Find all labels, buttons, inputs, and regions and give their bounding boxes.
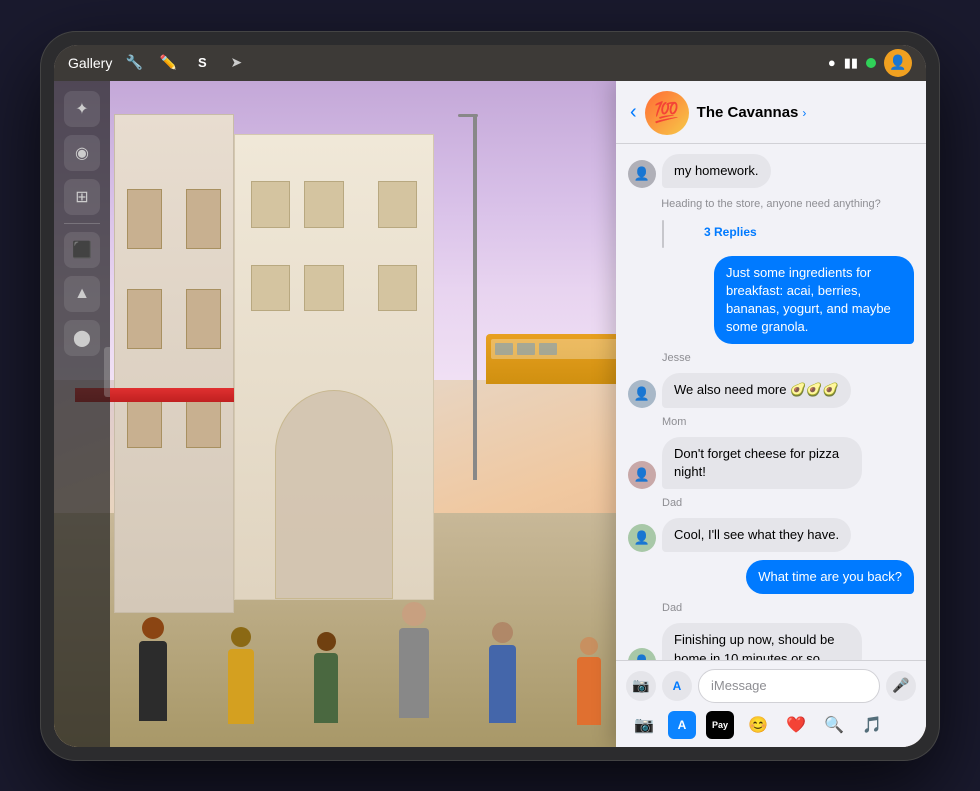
message-text: Don't forget cheese for pizza night! [674, 446, 839, 479]
message-row: 👤 We also need more 🥑🥑🥑 [628, 373, 914, 407]
msg-avatar: 👤 [628, 648, 656, 660]
system-message: Heading to the store, anyone need anythi… [628, 196, 914, 212]
msg-avatar: 👤 [628, 160, 656, 188]
group-avatar: 💯 [645, 91, 689, 135]
person-figure-2 [228, 627, 254, 747]
tram-vehicle [486, 334, 626, 384]
message-bubble: We also need more 🥑🥑🥑 [662, 373, 851, 407]
system-message-text: Heading to the store, anyone need anythi… [661, 198, 881, 210]
message-text: my homework. [674, 163, 759, 178]
toolbar-left: Gallery 🔧 ✏️ S ➤ [68, 51, 248, 75]
person-figure-4 [399, 602, 429, 747]
message-row: 👤 Don't forget cheese for pizza night! [628, 437, 914, 489]
sender-name: Dad [662, 497, 914, 509]
gallery-label[interactable]: Gallery [68, 55, 112, 71]
pencil-icon[interactable]: ✏️ [156, 51, 180, 75]
group-chevron: › [802, 106, 806, 120]
wrench-icon[interactable]: 🔧 [122, 51, 146, 75]
music-strip-icon[interactable]: 🎵 [858, 711, 886, 739]
messages-scroll-area[interactable]: 👤 my homework. Heading to the store, any… [616, 144, 926, 660]
message-bubble: Finishing up now, should be home in 10 m… [662, 623, 862, 659]
replies-row[interactable]: 3 Replies [662, 220, 914, 248]
s-tool-icon[interactable]: S [190, 51, 214, 75]
message-input[interactable]: iMessage [698, 669, 880, 703]
people-layer [109, 414, 631, 747]
group-emoji: 💯 [654, 100, 679, 125]
message-text: Just some ingredients for breakfast: aca… [726, 265, 891, 335]
sidebar-tool-3[interactable]: ⊞ [64, 179, 100, 215]
message-bubble: What time are you back? [746, 560, 914, 594]
sender-name: Dad [662, 602, 914, 614]
sender-name: Jesse [662, 352, 914, 364]
apps-button[interactable]: A [662, 671, 692, 701]
status-indicator [866, 58, 876, 68]
ipad-frame: Gallery 🔧 ✏️ S ➤ ● ▮▮ 👤 [40, 31, 940, 761]
message-text: What time are you back? [758, 569, 902, 584]
message-bubble: my homework. [662, 154, 771, 188]
replies-badge[interactable]: 3 Replies [704, 225, 757, 239]
person-figure-5 [489, 622, 516, 747]
sidebar-tool-5[interactable]: ▲ [64, 276, 100, 312]
person-figure-1 [139, 617, 167, 747]
camera-button[interactable]: 📷 [626, 671, 656, 701]
person-figure-6 [577, 637, 601, 747]
drag-handle[interactable] [104, 347, 110, 397]
thread-line [662, 220, 664, 248]
left-sidebar: ✦ ◉ ⊞ ⬛ ▲ ⬤ [54, 81, 110, 747]
ipad-screen: Gallery 🔧 ✏️ S ➤ ● ▮▮ 👤 [54, 45, 926, 747]
wifi-icon: ● [828, 55, 836, 70]
message-row: Just some ingredients for breakfast: aca… [628, 256, 914, 345]
sidebar-tool-6[interactable]: ⬤ [64, 320, 100, 356]
message-bubble: Cool, I'll see what they have. [662, 518, 851, 552]
messages-header: ‹ 💯 The Cavannas › [616, 81, 926, 144]
mic-button[interactable]: 🎤 [886, 671, 916, 701]
applepay-strip-icon[interactable]: Pay [706, 711, 734, 739]
input-row: 📷 A iMessage 🎤 [626, 669, 916, 703]
message-text: Finishing up now, should be home in 10 m… [674, 632, 834, 659]
heart-strip-icon[interactable]: ❤️ [782, 711, 810, 739]
message-row: 👤 Finishing up now, should be home in 10… [628, 623, 914, 659]
sidebar-tool-4[interactable]: ⬛ [64, 232, 100, 268]
toolbar-right: ● ▮▮ 👤 [828, 49, 912, 77]
camera-strip-icon[interactable]: 📷 [630, 711, 658, 739]
sender-name: Mom [662, 416, 914, 428]
main-content: ✦ ◉ ⊞ ⬛ ▲ ⬤ ‹ 💯 Th [54, 81, 926, 747]
message-row: What time are you back? [628, 560, 914, 594]
back-button[interactable]: ‹ [630, 101, 637, 124]
group-info[interactable]: The Cavannas › [697, 104, 807, 121]
message-bubble: Don't forget cheese for pizza night! [662, 437, 862, 489]
battery-icon: ▮▮ [844, 55, 858, 71]
person-figure-3 [314, 632, 338, 747]
msg-avatar: 👤 [628, 380, 656, 408]
app-strip: 📷 A Pay 😊 ❤️ 🔍 🎵 [626, 711, 916, 739]
message-row: 👤 Cool, I'll see what they have. [628, 518, 914, 552]
sidebar-tool-2[interactable]: ◉ [64, 135, 100, 171]
memoji-strip-icon[interactable]: 😊 [744, 711, 772, 739]
messages-input-area: 📷 A iMessage 🎤 📷 A Pay 😊 ❤️ 🔍 [616, 660, 926, 747]
group-name: The Cavannas [697, 104, 799, 121]
search-strip-icon[interactable]: 🔍 [820, 711, 848, 739]
msg-avatar: 👤 [628, 524, 656, 552]
appstore-strip-icon[interactable]: A [668, 711, 696, 739]
message-bubble: Just some ingredients for breakfast: aca… [714, 256, 914, 345]
message-row: 👤 my homework. [628, 154, 914, 188]
profile-avatar[interactable]: 👤 [884, 49, 912, 77]
sidebar-tool-1[interactable]: ✦ [64, 91, 100, 127]
input-placeholder: iMessage [711, 678, 767, 693]
message-text: We also need more 🥑🥑🥑 [674, 382, 839, 397]
navigate-icon[interactable]: ➤ [224, 51, 248, 75]
message-text: Cool, I'll see what they have. [674, 527, 839, 542]
top-toolbar: Gallery 🔧 ✏️ S ➤ ● ▮▮ 👤 [54, 45, 926, 81]
messages-panel: ‹ 💯 The Cavannas › [616, 81, 926, 747]
msg-avatar: 👤 [628, 461, 656, 489]
